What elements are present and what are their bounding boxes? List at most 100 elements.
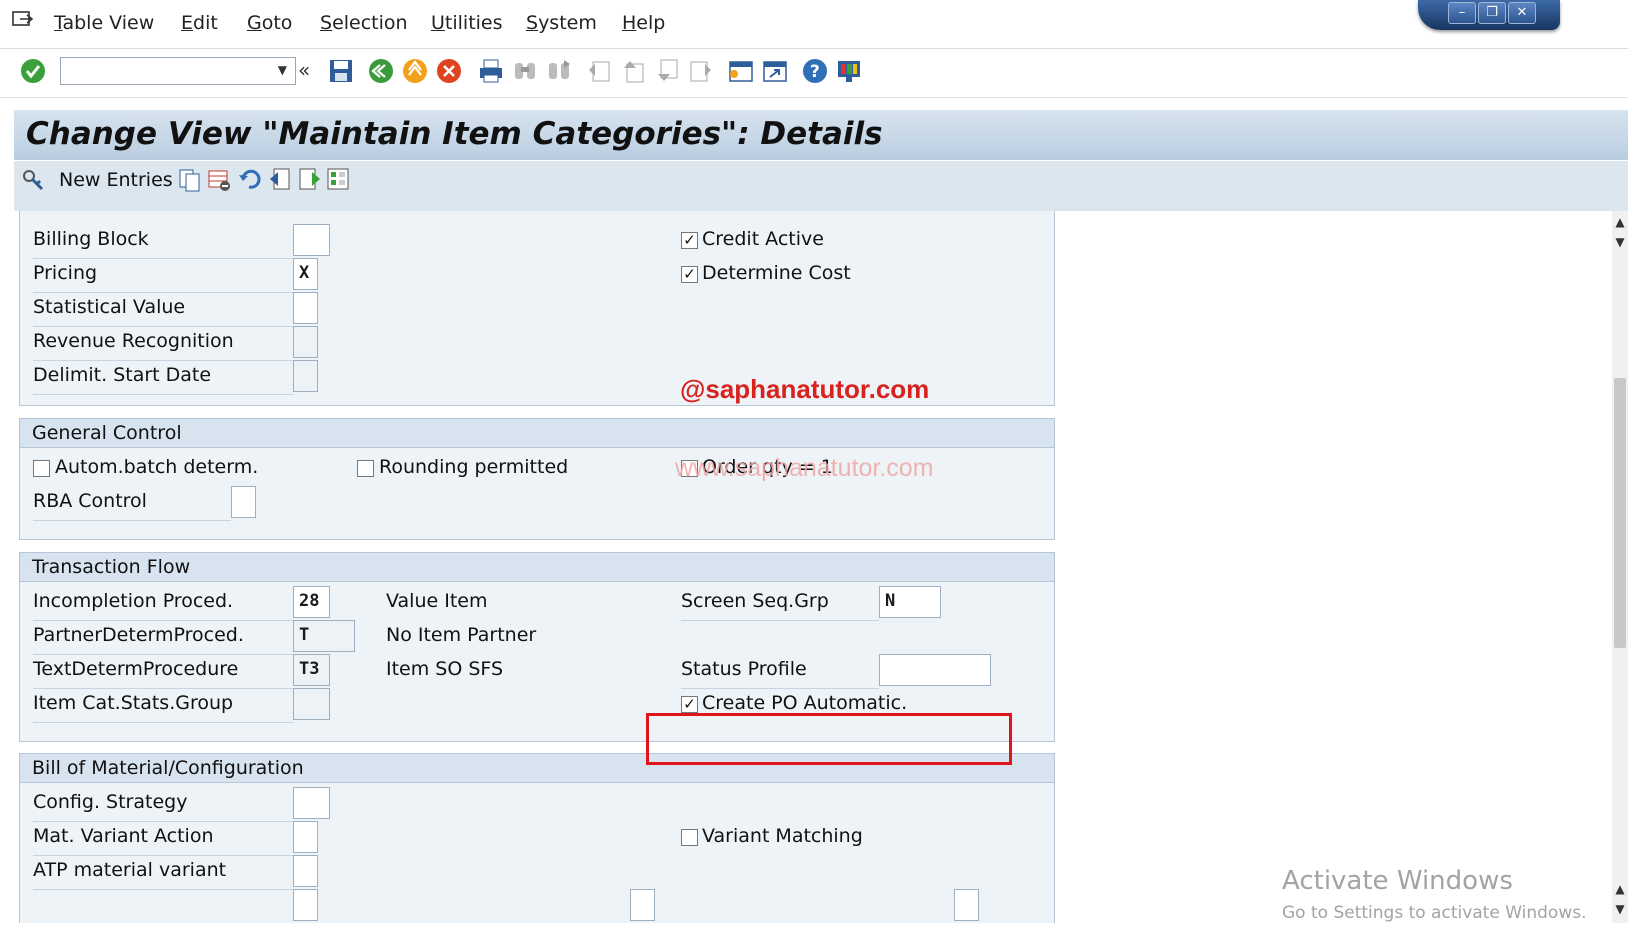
system-menu-icon[interactable]	[12, 10, 34, 28]
field-label: ATP material variant	[33, 859, 227, 881]
field-label: Delimit. Start Date	[33, 364, 212, 386]
next-field-partial[interactable]	[954, 889, 979, 921]
menu-help[interactable]: Help	[622, 12, 665, 34]
close-icon[interactable]: ✕	[1508, 2, 1536, 24]
item-so-sfs-label: Item SO SFS	[386, 658, 504, 680]
application-toolbar: New Entries	[14, 161, 1628, 211]
chevron-down-icon[interactable]: ▼	[278, 63, 287, 77]
no-item-partner-label: No Item Partner	[386, 624, 537, 646]
new-session-icon[interactable]	[728, 58, 754, 84]
field-label: Mat. Variant Action	[33, 825, 214, 847]
billing-block-field[interactable]	[293, 224, 330, 256]
previous-page-icon[interactable]	[620, 58, 646, 84]
revenue-recognition-field[interactable]	[293, 326, 318, 358]
new-entries-button[interactable]: New Entries	[59, 169, 173, 191]
activate-windows-subtitle: Go to Settings to activate Windows.	[1282, 903, 1587, 923]
next-page-icon[interactable]	[654, 58, 680, 84]
field-label: Incompletion Proced.	[33, 590, 234, 612]
scroll-down-icon[interactable]: ▼	[1612, 900, 1628, 918]
screen-seq-grp-field[interactable]: N	[879, 586, 941, 618]
minimize-icon[interactable]: –	[1448, 2, 1476, 24]
rba-control-field[interactable]	[231, 486, 256, 518]
copy-as-icon[interactable]	[177, 167, 203, 193]
create-po-automatic-checkbox[interactable]: ✓	[681, 696, 698, 713]
checkbox-label: Autom.batch determ.	[55, 456, 259, 478]
menu-utilities[interactable]: Utilities	[431, 12, 503, 34]
field-label: Item Cat.Stats.Group	[33, 692, 234, 714]
rounding-permitted-checkbox[interactable]	[357, 460, 374, 477]
enter-icon[interactable]	[20, 58, 46, 84]
checkbox-label: Determine Cost	[702, 262, 851, 284]
field-label: Screen Seq.Grp	[681, 590, 829, 612]
section-bom-configuration: Bill of Material/Configuration Config. S…	[19, 753, 1055, 923]
last-page-icon[interactable]	[688, 58, 714, 84]
mat-variant-action-field[interactable]	[293, 821, 318, 853]
field-label: Billing Block	[33, 228, 149, 250]
cancel-icon[interactable]	[436, 58, 462, 84]
find-next-icon[interactable]	[546, 58, 572, 84]
checkbox-label: Variant Matching	[702, 825, 863, 847]
collapse-icon[interactable]: «	[298, 58, 324, 84]
select-all-icon[interactable]	[326, 167, 352, 193]
field-label: Config. Strategy	[33, 791, 188, 813]
menu-goto[interactable]: Goto	[247, 12, 292, 34]
field-label: PartnerDetermProced.	[33, 624, 244, 646]
restore-icon[interactable]: ❐	[1478, 2, 1506, 24]
menu-edit[interactable]: Edit	[181, 12, 218, 34]
command-field[interactable]: ▼	[60, 57, 296, 85]
value-item-label: Value Item	[386, 590, 488, 612]
status-profile-field[interactable]	[879, 654, 991, 686]
customize-layout-icon[interactable]	[836, 58, 862, 84]
previous-entry-icon[interactable]	[267, 167, 293, 193]
scroll-thumb[interactable]	[1614, 378, 1626, 648]
item-cat-stats-group-field[interactable]	[293, 688, 330, 720]
display-change-icon[interactable]	[20, 167, 46, 193]
group-title: Transaction Flow	[32, 556, 191, 578]
next-field-partial[interactable]	[293, 889, 318, 921]
help-icon[interactable]: ?	[802, 58, 828, 84]
next-field-partial[interactable]	[630, 889, 655, 921]
delete-icon[interactable]	[207, 167, 233, 193]
window-controls: – ❐ ✕	[1418, 0, 1560, 30]
autom-batch-determ-checkbox[interactable]	[33, 460, 50, 477]
find-icon[interactable]	[512, 58, 538, 84]
group-title: Bill of Material/Configuration	[32, 757, 304, 779]
config-strategy-field[interactable]	[293, 787, 330, 819]
watermark-handle: @saphanatutor.com	[680, 374, 930, 404]
field-label: Status Profile	[681, 658, 807, 680]
page-up-icon[interactable]: ▼	[1612, 233, 1628, 251]
undo-icon[interactable]	[237, 167, 263, 193]
group-title: General Control	[32, 422, 182, 444]
field-label: Pricing	[33, 262, 98, 284]
save-icon[interactable]	[328, 58, 354, 84]
determine-cost-checkbox[interactable]: ✓	[681, 266, 698, 283]
menu-table-view[interactable]: Table View	[54, 12, 154, 34]
watermark-site: www.saphanatutor.com	[675, 454, 934, 482]
page-down-icon[interactable]: ▲	[1612, 880, 1628, 898]
page-title: Change View "Maintain Item Categories": …	[26, 116, 883, 152]
menu-system[interactable]: System	[526, 12, 597, 34]
scroll-up-icon[interactable]: ▲	[1612, 213, 1628, 231]
text-determ-procedure-field[interactable]: T3	[293, 654, 330, 686]
exit-icon[interactable]	[402, 58, 428, 84]
vertical-scrollbar[interactable]: ▲ ▼ ▲ ▼	[1612, 211, 1628, 923]
delimit-start-date-field[interactable]	[293, 360, 318, 392]
pricing-field[interactable]: X	[293, 258, 318, 290]
menu-selection[interactable]: Selection	[320, 12, 408, 34]
activate-windows-title: Activate Windows	[1282, 866, 1513, 896]
first-page-icon[interactable]	[586, 58, 612, 84]
back-icon[interactable]	[368, 58, 394, 84]
statistical-value-field[interactable]	[293, 292, 318, 324]
menu-bar: Table View Edit Goto Selection Utilities…	[0, 0, 1628, 49]
variant-matching-checkbox[interactable]	[681, 829, 698, 846]
credit-active-checkbox[interactable]: ✓	[681, 232, 698, 249]
print-icon[interactable]	[478, 58, 504, 84]
shortcut-icon[interactable]	[762, 58, 788, 84]
next-entry-icon[interactable]	[297, 167, 323, 193]
group-header: General Control	[20, 419, 1054, 448]
standard-toolbar: ▼ « ?	[0, 49, 1628, 98]
incompletion-proced-field[interactable]: 28	[293, 586, 330, 618]
partner-determ-proced-field[interactable]: T	[293, 620, 355, 652]
atp-material-variant-field[interactable]	[293, 855, 318, 887]
field-label: TextDetermProcedure	[33, 658, 239, 680]
